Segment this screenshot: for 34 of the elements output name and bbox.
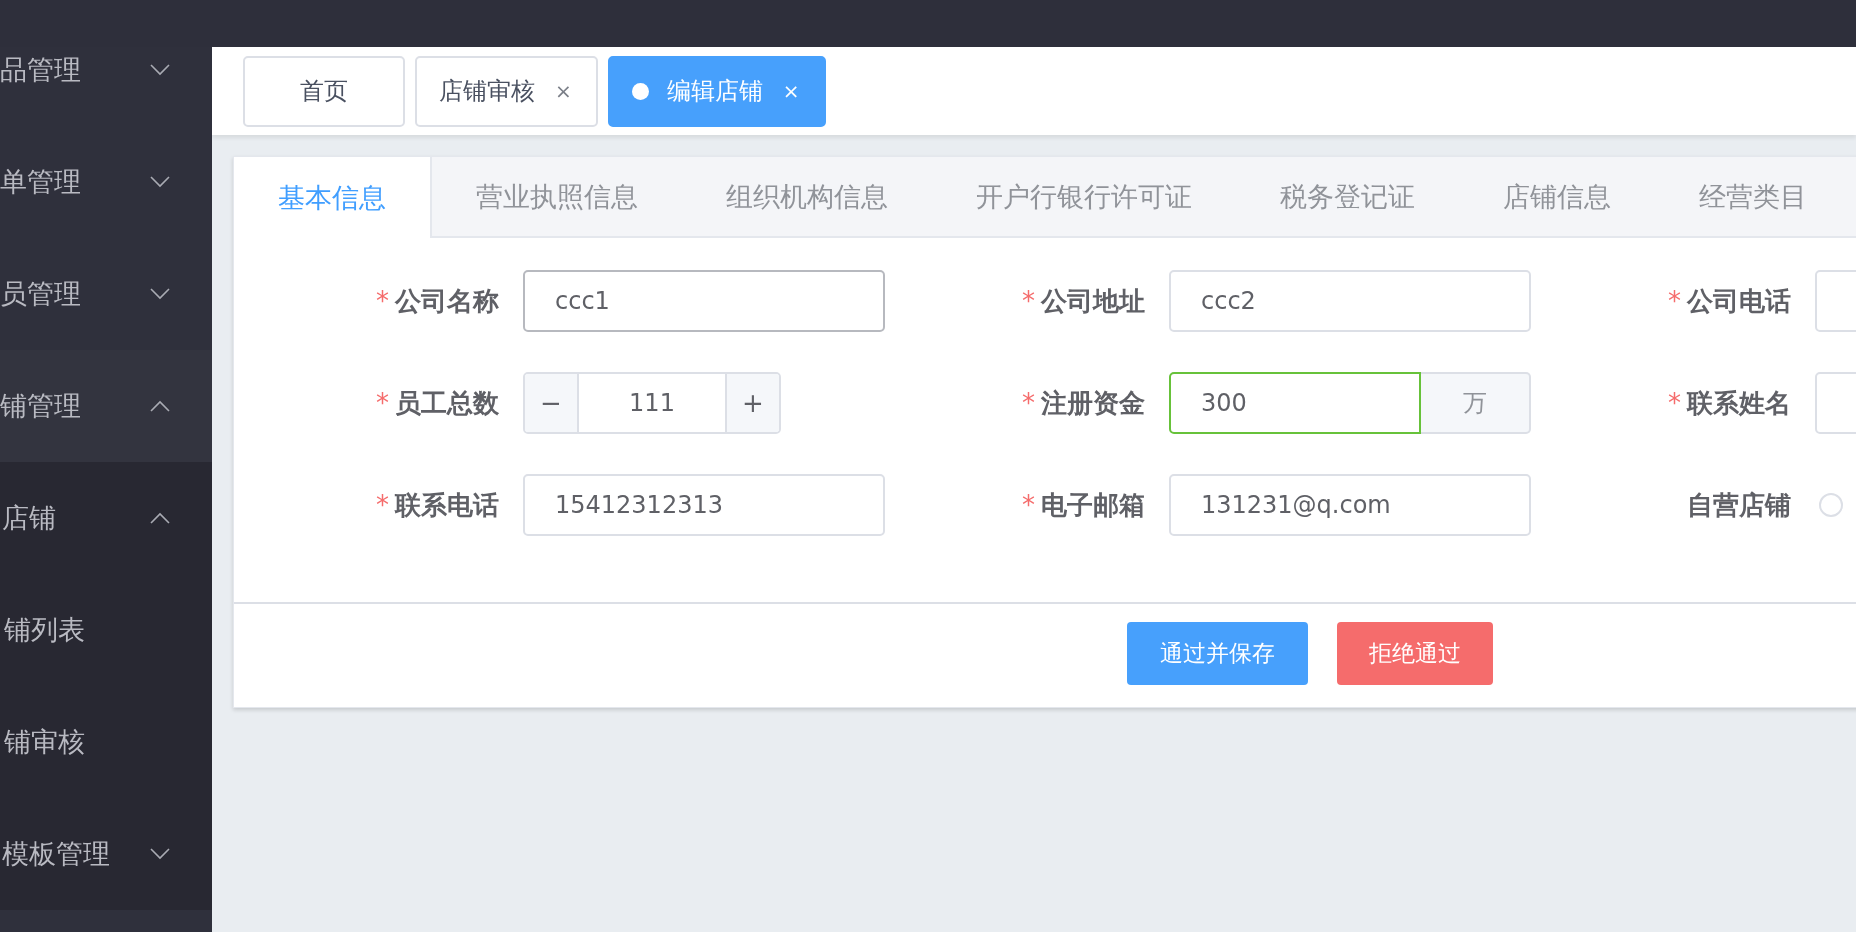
menu-item[interactable]: 铺审核 <box>0 686 212 798</box>
page-tag[interactable]: 首页 <box>243 55 405 127</box>
chevron-down-icon <box>150 64 170 76</box>
chevron-up-icon <box>150 400 170 412</box>
field-label: * 联系姓名 <box>1667 386 1792 420</box>
chevron-down-icon <box>150 848 170 860</box>
text-field[interactable]: ccc2 <box>1169 270 1531 332</box>
chevron-down-icon <box>150 176 170 188</box>
chevron-down-icon <box>150 288 170 300</box>
field-label: 自营店铺 <box>1686 488 1792 522</box>
field-label: * 电子邮箱 <box>1021 488 1146 522</box>
text-field[interactable]: ccc1 <box>523 270 885 332</box>
radio-button[interactable] <box>1819 493 1843 517</box>
unit-addon: 万 <box>1421 372 1531 434</box>
page-tag[interactable]: 店铺审核 × <box>415 55 598 127</box>
number-stepper[interactable]: − 111 + <box>523 372 781 434</box>
status-dot-icon <box>631 82 649 100</box>
text-field[interactable]: 131231@q.com <box>1169 474 1531 536</box>
field-label: * 注册资金 <box>1021 386 1146 420</box>
field-label: * 公司电话 <box>1667 284 1792 318</box>
menu-item[interactable]: 店铺 <box>0 462 212 574</box>
field-label: * 公司地址 <box>1021 284 1146 318</box>
menu-item[interactable]: 模板管理 <box>0 798 212 910</box>
text-field[interactable]: 15412312313 <box>523 474 885 536</box>
field-label: * 员工总数 <box>375 386 500 420</box>
field-label: * 联系电话 <box>375 488 500 522</box>
decrement-button[interactable]: − <box>525 374 579 432</box>
amount-field[interactable]: 300 <box>1169 372 1421 434</box>
close-icon[interactable]: × <box>553 79 574 103</box>
menu-item[interactable]: 铺管理 <box>0 350 212 462</box>
menu-item[interactable]: 铺列表 <box>0 574 212 686</box>
chevron-up-icon <box>150 512 170 524</box>
field-label: * 公司名称 <box>375 284 500 318</box>
increment-button[interactable]: + <box>725 374 779 432</box>
